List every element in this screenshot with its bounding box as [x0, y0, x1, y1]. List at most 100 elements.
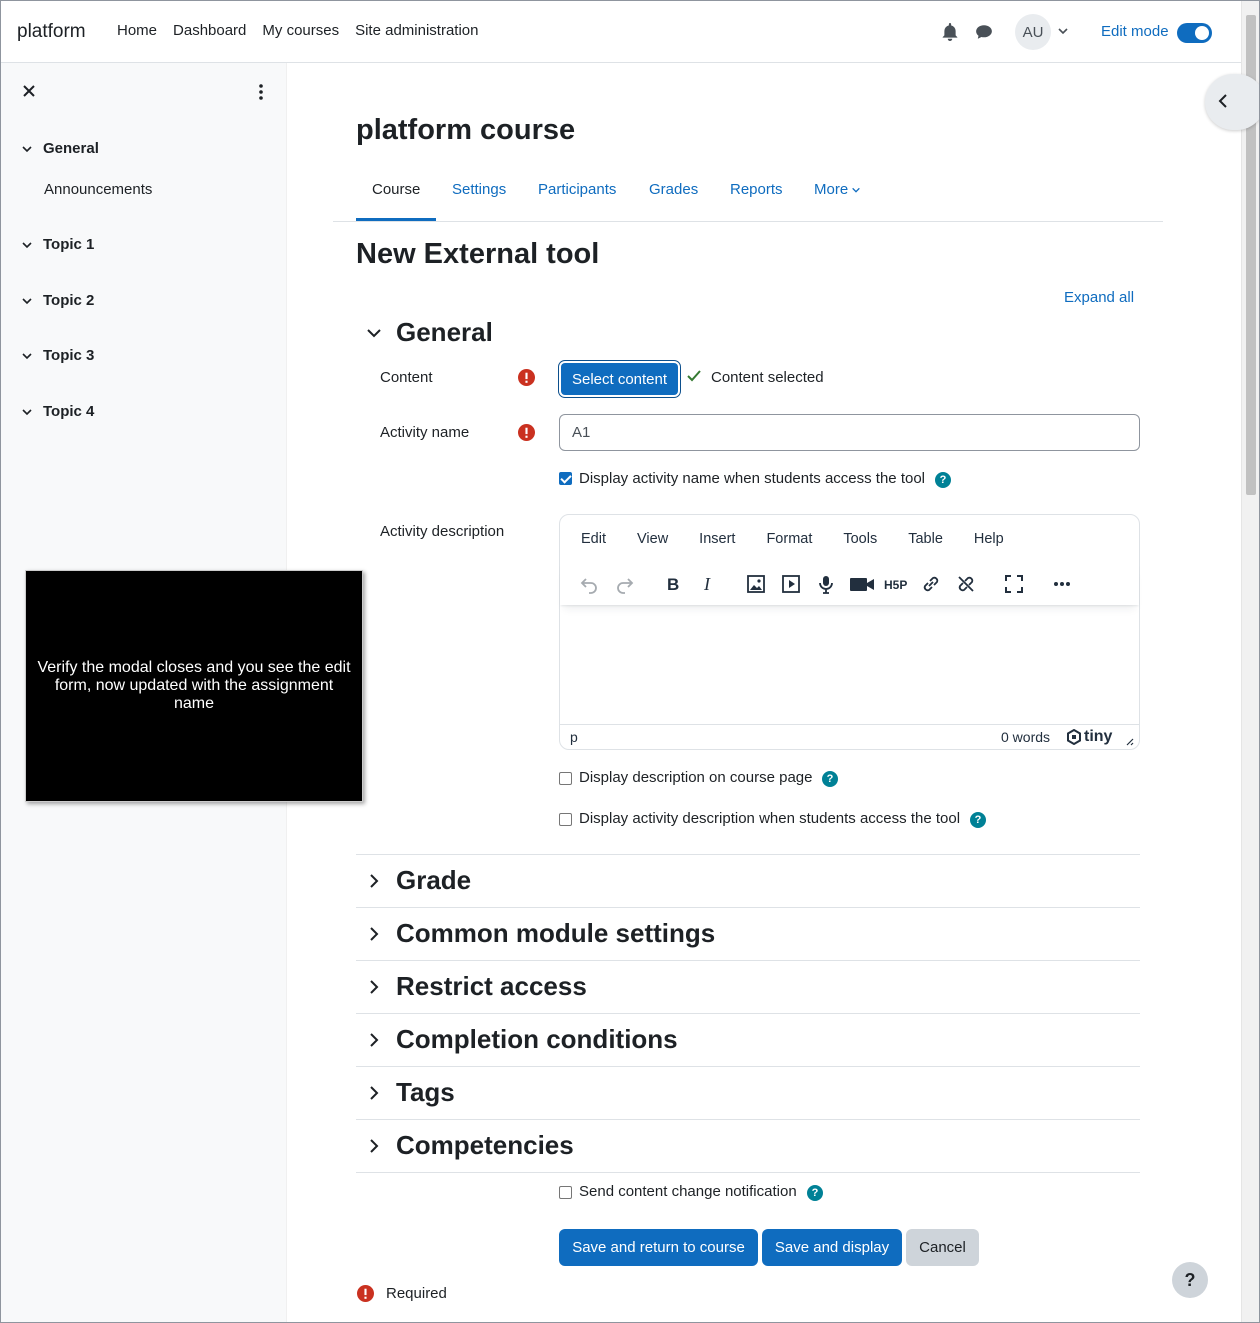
instruction-text: Verify the modal closes and you see the … — [37, 659, 351, 712]
nav-dashboard[interactable]: Dashboard — [165, 22, 254, 39]
tiny-logo[interactable]: tiny — [1066, 728, 1112, 746]
fieldset-common-module-settings-header[interactable]: Common module settings — [366, 918, 715, 949]
help-icon[interactable]: ? — [970, 812, 986, 828]
notifications-bell-icon[interactable] — [941, 23, 959, 41]
block-drawer-toggle[interactable] — [1205, 74, 1259, 130]
fieldset-competencies-header[interactable]: Competencies — [366, 1130, 574, 1161]
messages-chat-icon[interactable] — [975, 23, 993, 41]
app-window: platform Home Dashboard My courses Site … — [0, 0, 1260, 1323]
course-index-section-topic-3[interactable]: Topic 3 — [21, 347, 94, 364]
kebab-menu-icon[interactable] — [254, 83, 268, 101]
required-icon — [518, 424, 535, 441]
section-label[interactable]: Topic 4 — [43, 403, 94, 420]
section-label[interactable]: General — [43, 140, 99, 157]
activity-name-input[interactable]: A1 — [559, 414, 1140, 451]
editor-menu-insert[interactable]: Insert — [690, 531, 741, 547]
video-camera-icon[interactable] — [849, 573, 875, 595]
fullscreen-icon[interactable] — [1003, 573, 1025, 595]
save-and-display-button[interactable]: Save and display — [762, 1229, 902, 1266]
fieldset-title: Common module settings — [396, 918, 716, 948]
fieldset-restrict-access-header[interactable]: Restrict access — [366, 971, 587, 1002]
nav-home[interactable]: Home — [109, 22, 165, 39]
editor-toolbar: B I H5P — [560, 563, 1139, 605]
select-content-button[interactable]: Select content — [561, 363, 678, 395]
display-name-checkbox-label[interactable]: Display activity name when students acce… — [579, 470, 925, 487]
editor-word-count[interactable]: 0 words — [1001, 729, 1050, 745]
user-avatar[interactable]: AU — [1015, 14, 1051, 50]
chevron-left-icon — [1218, 94, 1227, 108]
fieldset-completion-conditions-header[interactable]: Completion conditions — [366, 1024, 678, 1055]
media-icon[interactable] — [780, 573, 802, 595]
page-scrollbar[interactable] — [1241, 1, 1259, 1322]
primary-navigation: Home Dashboard My courses Site administr… — [109, 22, 487, 39]
nav-site-administration[interactable]: Site administration — [347, 22, 486, 39]
fieldset-tags-header[interactable]: Tags — [366, 1077, 455, 1108]
link-icon[interactable] — [920, 573, 942, 595]
course-index-section-topic-4[interactable]: Topic 4 — [21, 403, 94, 420]
save-and-return-button[interactable]: Save and return to course — [559, 1229, 758, 1266]
resize-grip-icon[interactable] — [1124, 736, 1134, 746]
help-icon[interactable]: ? — [935, 472, 951, 488]
send-notification-checkbox-label[interactable]: Send content change notification — [579, 1183, 797, 1200]
editor-menu-edit[interactable]: Edit — [572, 531, 612, 547]
editor-element-path[interactable]: p — [570, 729, 578, 745]
section-label[interactable]: Topic 3 — [43, 347, 94, 364]
tab-grades[interactable]: Grades — [649, 181, 698, 198]
editor-menu-help[interactable]: Help — [965, 531, 1010, 547]
chevron-down-icon[interactable] — [21, 239, 33, 251]
unlink-icon[interactable] — [955, 573, 977, 595]
user-menu-chevron-down-icon[interactable] — [1057, 25, 1069, 37]
bold-icon[interactable]: B — [662, 573, 684, 595]
tab-settings[interactable]: Settings — [452, 181, 506, 198]
chevron-right-icon — [370, 1032, 379, 1047]
display-description-checkbox-label[interactable]: Display description on course page — [579, 769, 812, 786]
tab-reports[interactable]: Reports — [730, 181, 783, 198]
undo-icon[interactable] — [578, 573, 600, 595]
editor-statusbar: p 0 words tiny — [560, 724, 1139, 749]
chevron-down-icon[interactable] — [21, 295, 33, 307]
section-label[interactable]: Topic 1 — [43, 236, 94, 253]
editor-menu-tools[interactable]: Tools — [834, 531, 883, 547]
help-icon[interactable]: ? — [807, 1185, 823, 1201]
chevron-down-icon[interactable] — [21, 143, 33, 155]
chevron-down-icon[interactable] — [21, 350, 33, 362]
cancel-button[interactable]: Cancel — [906, 1229, 979, 1266]
italic-icon[interactable]: I — [697, 573, 719, 595]
display-description-tool-checkbox[interactable] — [559, 813, 572, 826]
course-index-item-announcements[interactable]: Announcements — [44, 181, 152, 198]
display-description-checkbox[interactable] — [559, 772, 572, 785]
editor-menu-format[interactable]: Format — [757, 531, 818, 547]
editor-menu-view[interactable]: View — [628, 531, 674, 547]
display-description-tool-checkbox-label[interactable]: Display activity description when studen… — [579, 810, 960, 827]
edit-mode-toggle[interactable] — [1177, 23, 1212, 43]
tab-participants[interactable]: Participants — [538, 181, 616, 198]
content-selected-text: Content selected — [711, 369, 824, 386]
course-index-section-topic-2[interactable]: Topic 2 — [21, 292, 94, 309]
help-icon[interactable]: ? — [822, 771, 838, 787]
help-fab-button[interactable]: ? — [1172, 1262, 1208, 1298]
nav-my-courses[interactable]: My courses — [254, 22, 347, 39]
send-notification-checkbox[interactable] — [559, 1186, 572, 1199]
fieldset-general-header[interactable]: General — [366, 317, 493, 348]
expand-all-link[interactable]: Expand all — [1064, 289, 1134, 306]
tab-more[interactable]: More — [814, 181, 861, 198]
microphone-icon[interactable] — [815, 573, 837, 595]
display-name-checkbox[interactable] — [559, 472, 572, 485]
close-icon[interactable] — [21, 83, 37, 99]
course-index-section-general[interactable]: General — [21, 140, 99, 157]
site-brand[interactable]: platform — [17, 21, 86, 43]
chevron-down-icon[interactable] — [21, 406, 33, 418]
editor-menu-table[interactable]: Table — [899, 531, 949, 547]
active-tab-indicator — [356, 218, 436, 221]
h5p-icon[interactable]: H5P — [884, 573, 910, 595]
section-label[interactable]: Topic 2 — [43, 292, 94, 309]
image-icon[interactable] — [745, 573, 767, 595]
more-ellipsis-icon[interactable] — [1051, 573, 1073, 595]
activity-description-label: Activity description — [380, 523, 505, 540]
editor-content-area[interactable] — [560, 605, 1139, 725]
fieldset-grade-header[interactable]: Grade — [366, 865, 471, 896]
tab-course[interactable]: Course — [372, 181, 420, 198]
redo-icon[interactable] — [614, 573, 636, 595]
svg-text:I: I — [703, 574, 711, 594]
course-index-section-topic-1[interactable]: Topic 1 — [21, 236, 94, 253]
